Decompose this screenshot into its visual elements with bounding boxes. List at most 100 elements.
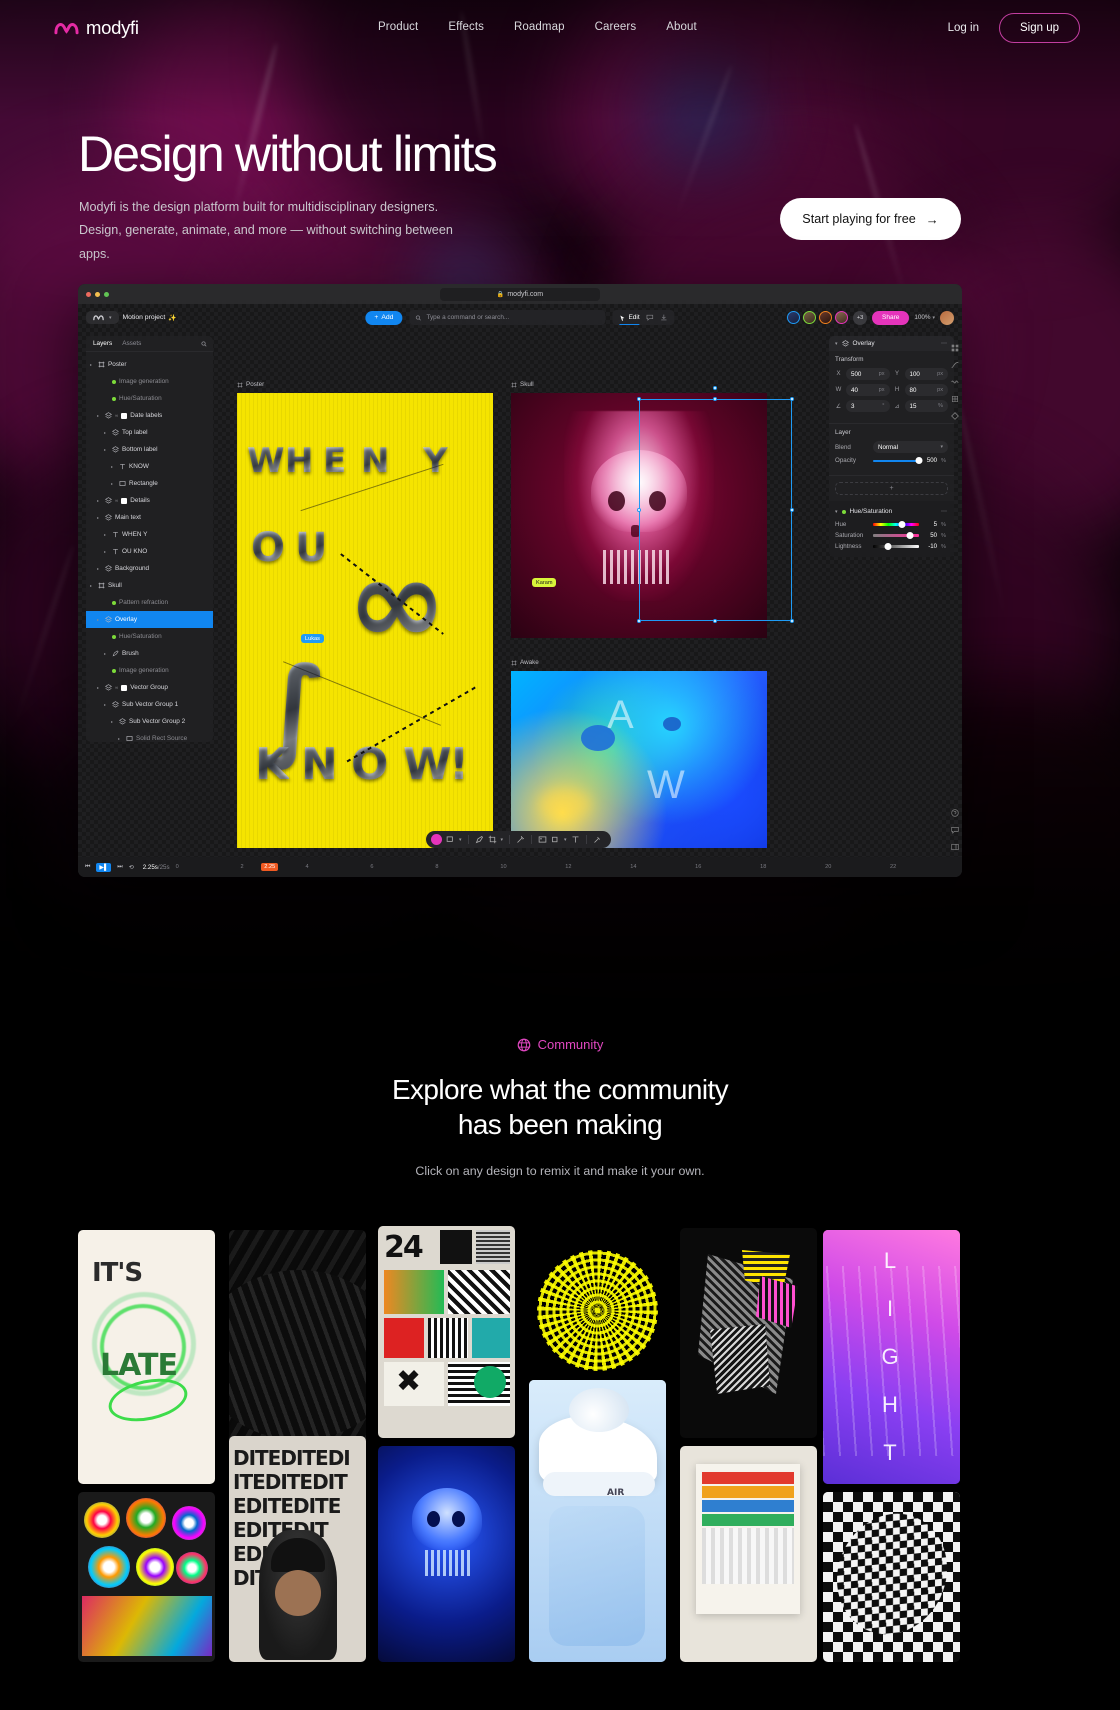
search-icon[interactable] xyxy=(201,340,207,347)
card-its-late[interactable]: IT'S LATE xyxy=(78,1230,215,1484)
layer-row[interactable]: ▸ WHEN Y xyxy=(86,526,213,543)
poster-artboard[interactable]: W H E N Y O U ∞ ∫ K N O W ! Lukas xyxy=(237,393,493,848)
layer-row[interactable]: ▸ Sub Vector Group 2 xyxy=(86,713,213,730)
curve-icon[interactable] xyxy=(951,361,959,369)
layer-row[interactable]: ▸ ∞ Vector Group xyxy=(86,679,213,696)
project-title[interactable]: Motion project ✨ xyxy=(123,314,177,322)
layer-row[interactable]: ▸ OU KNO xyxy=(86,543,213,560)
extra-collaborators-badge[interactable]: +3 xyxy=(853,310,868,325)
layer-row[interactable]: Hue/Saturation xyxy=(86,390,213,407)
rotate-handle[interactable] xyxy=(713,386,717,390)
avatar[interactable] xyxy=(803,311,817,324)
chevron-down-icon[interactable]: ▾ xyxy=(459,837,462,843)
layer-row[interactable]: Image generation xyxy=(86,662,213,679)
comment-icon[interactable] xyxy=(646,314,654,321)
layer-row[interactable]: ▸ Bottom label xyxy=(86,441,213,458)
close-dot-icon[interactable] xyxy=(86,291,91,297)
timeline-playhead[interactable]: 2.25 xyxy=(261,863,279,871)
timeline-ruler[interactable]: 2.25 0 2 4 6 8 10 12 14 16 18 20 22 xyxy=(176,857,955,877)
image-tool-icon[interactable] xyxy=(538,835,547,844)
nav-link-roadmap[interactable]: Roadmap xyxy=(514,21,565,33)
selection-handle[interactable] xyxy=(713,619,717,623)
grid-icon[interactable] xyxy=(951,344,959,352)
card-edit-type[interactable]: DITEDITEDI ITEDITEDIT EDITEDITE EDITEDIT… xyxy=(229,1436,366,1662)
field-y[interactable]: 100 px xyxy=(904,368,948,380)
expand-caret-icon[interactable]: ▸ xyxy=(97,498,102,503)
maximize-dot-icon[interactable] xyxy=(104,291,109,297)
layer-row[interactable]: Hue/Saturation xyxy=(86,628,213,645)
comment-icon[interactable] xyxy=(951,826,959,834)
transform-icon[interactable] xyxy=(951,395,959,403)
pen-tool-icon[interactable] xyxy=(475,835,484,844)
expand-caret-icon[interactable]: ▸ xyxy=(104,430,109,435)
effect-dot-icon[interactable] xyxy=(112,379,116,384)
expand-caret-icon[interactable]: ▸ xyxy=(90,362,95,367)
window-controls[interactable] xyxy=(86,291,109,297)
expand-caret-icon[interactable]: ▸ xyxy=(111,464,116,469)
avatar[interactable] xyxy=(819,311,833,324)
effect-dot-icon[interactable] xyxy=(112,396,116,401)
lightness-slider[interactable] xyxy=(873,542,919,550)
hue-slider[interactable] xyxy=(873,520,919,528)
card-pixel-glitch[interactable] xyxy=(680,1228,817,1438)
expand-caret-icon[interactable]: ▸ xyxy=(104,702,109,707)
layer-row[interactable]: ▸ Overlay xyxy=(86,611,213,628)
wave-icon[interactable] xyxy=(951,378,959,386)
selection-handle[interactable] xyxy=(790,619,794,623)
layer-row[interactable]: ▸ Sub Vector Group 1 xyxy=(86,696,213,713)
tab-edit[interactable]: Edit xyxy=(619,314,640,325)
effect-dot-icon[interactable] xyxy=(112,634,116,639)
magic-wand-icon[interactable] xyxy=(516,835,525,844)
layer-row[interactable]: ▸ Top label xyxy=(86,424,213,441)
more-icon[interactable]: ⋯ xyxy=(941,340,948,347)
shape-tool-icon[interactable] xyxy=(446,835,455,844)
chevron-down-icon[interactable]: ▾ xyxy=(564,837,567,843)
zoom-control[interactable]: 100% ▾ xyxy=(914,314,935,321)
crop-tool-icon[interactable] xyxy=(488,835,497,844)
frame-label-poster[interactable]: Poster xyxy=(237,381,264,388)
frame-label-skull[interactable]: Skull xyxy=(511,381,534,388)
card-blue-skull[interactable] xyxy=(378,1446,515,1662)
layer-row[interactable]: ▸ Solid Rect Source xyxy=(86,730,213,742)
current-user-avatar[interactable] xyxy=(940,310,954,325)
expand-caret-icon[interactable]: ▸ xyxy=(97,515,102,520)
expand-caret-icon[interactable]: ▸ xyxy=(97,617,102,622)
avatar[interactable] xyxy=(787,311,801,324)
card-eyes[interactable] xyxy=(78,1492,215,1662)
add-effect-button[interactable]: + xyxy=(835,482,948,495)
logo[interactable]: modyfi xyxy=(54,17,139,39)
expand-caret-icon[interactable]: ▸ xyxy=(111,481,116,486)
keyframe-icon[interactable] xyxy=(951,412,959,420)
skip-back-icon[interactable]: ⏮ xyxy=(85,864,90,871)
chevron-down-icon[interactable]: ▾ xyxy=(835,341,838,347)
expand-caret-icon[interactable]: ▸ xyxy=(104,532,109,537)
field-w[interactable]: 40 px xyxy=(846,384,890,396)
blend-select[interactable]: Normal ▾ xyxy=(873,441,948,453)
nav-link-about[interactable]: About xyxy=(666,21,697,33)
skip-forward-icon[interactable]: ⏭ xyxy=(117,864,122,871)
selection-handle[interactable] xyxy=(790,508,794,512)
command-search-input[interactable]: Type a command or search... xyxy=(409,310,606,325)
effect-enabled-dot-icon[interactable] xyxy=(841,509,846,514)
text-tool-icon[interactable] xyxy=(571,835,580,844)
nav-link-effects[interactable]: Effects xyxy=(448,21,484,33)
expand-caret-icon[interactable]: ▸ xyxy=(118,736,123,741)
expand-caret-icon[interactable]: ▸ xyxy=(111,719,116,724)
expand-caret-icon[interactable]: ▸ xyxy=(104,549,109,554)
layer-row[interactable]: ▸ Skull xyxy=(86,577,213,594)
play-icon[interactable]: ▶▌ xyxy=(96,862,112,872)
url-bar[interactable]: 🔒 modyfi.com xyxy=(440,287,600,301)
layer-row[interactable]: ▸ Brush xyxy=(86,645,213,662)
nav-link-product[interactable]: Product xyxy=(378,21,418,33)
share-button[interactable]: Share xyxy=(872,310,910,325)
selection-handle[interactable] xyxy=(637,397,641,401)
layer-row[interactable]: ▸ Background xyxy=(86,560,213,577)
selection-handle[interactable] xyxy=(637,508,641,512)
layers-list[interactable]: ▸ Poster Image generation Hue/Saturation ▸ ∞ D… xyxy=(86,352,213,742)
selection-handle[interactable] xyxy=(790,397,794,401)
expand-caret-icon[interactable]: ▸ xyxy=(104,447,109,452)
minimize-dot-icon[interactable] xyxy=(95,291,100,297)
layer-row[interactable]: ▸ ∞ Details xyxy=(86,492,213,509)
avatar[interactable] xyxy=(835,311,849,324)
effect-dot-icon[interactable] xyxy=(112,668,116,673)
